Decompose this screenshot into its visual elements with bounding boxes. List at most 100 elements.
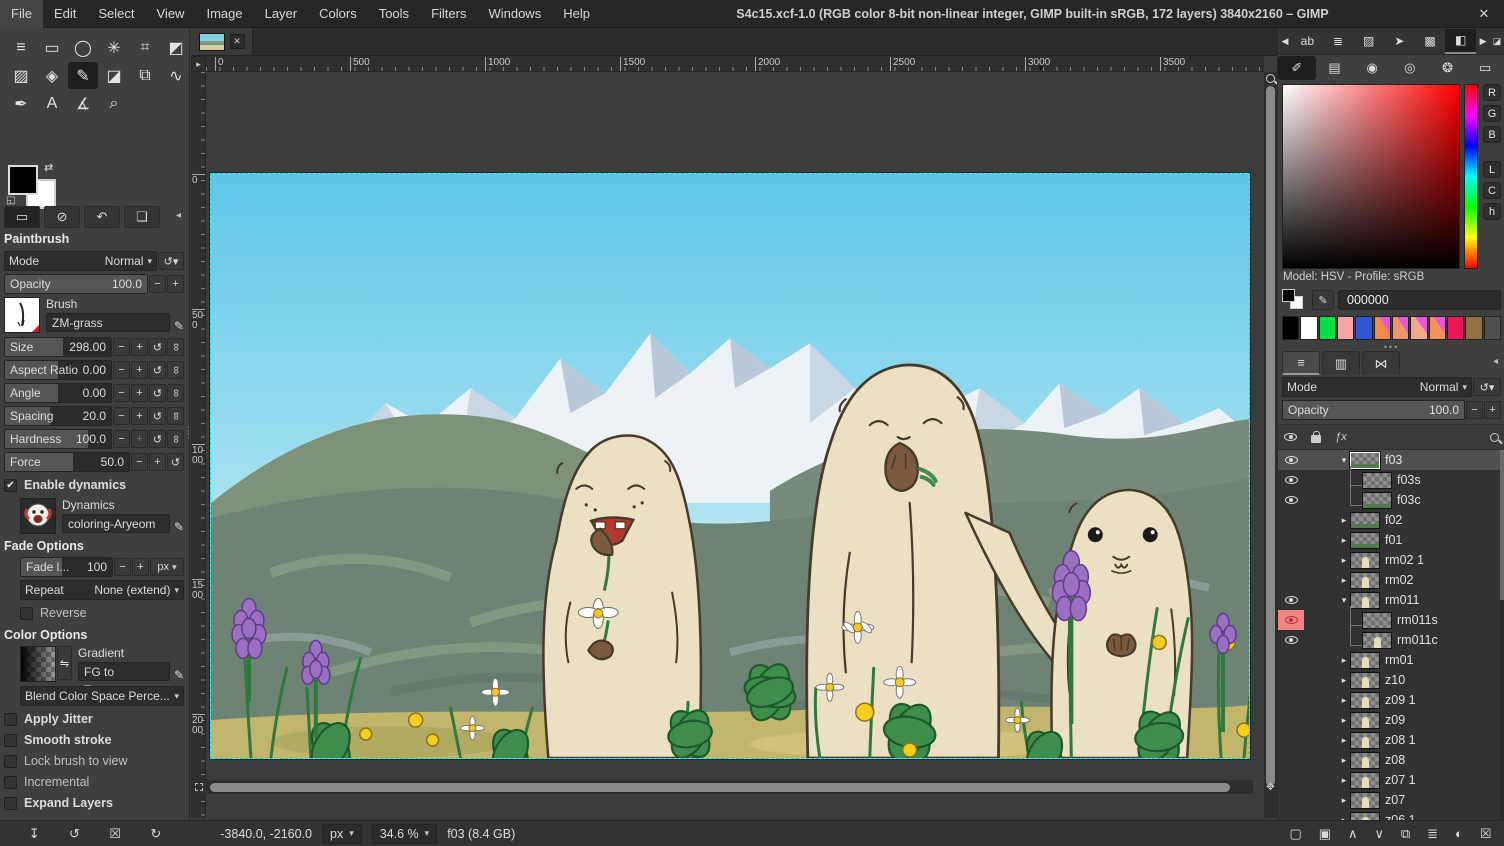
text-tool[interactable]: A [37, 90, 67, 117]
reset-preset-button[interactable]: ↻ [150, 826, 161, 842]
layer-expander[interactable]: ▸ [1338, 515, 1350, 526]
layer-row-z09[interactable]: ▸z09 [1278, 710, 1501, 730]
hardness-minus-button[interactable]: − [113, 430, 130, 448]
clone-tool[interactable]: ⧉ [130, 62, 160, 89]
new-group-button[interactable]: ▣ [1319, 826, 1331, 842]
menu-help[interactable]: Help [552, 0, 601, 28]
layer-row-rm02[interactable]: ▸rm02 [1278, 570, 1501, 590]
visibility-toggle[interactable] [1278, 470, 1304, 490]
unit-dropdown[interactable]: px▾ [322, 824, 362, 844]
layers-dialog-menu-icon[interactable]: ◂ [1493, 356, 1498, 367]
menu-image[interactable]: Image [195, 0, 253, 28]
smudge-tool[interactable]: ∿ [161, 62, 191, 89]
gimp-color-tab[interactable]: ✐ [1278, 56, 1316, 80]
channel-h-button[interactable]: h [1483, 203, 1501, 220]
effects-icon[interactable]: ƒx [1335, 431, 1347, 443]
visibility-toggle[interactable] [1278, 570, 1304, 590]
spacing-slider[interactable]: Spacing20.0 [4, 406, 112, 426]
hardness-reset-button[interactable]: ↺ [149, 430, 166, 448]
zoom-tool[interactable]: ⌕ [99, 90, 129, 117]
menu-view[interactable]: View [146, 0, 196, 28]
layer-expander[interactable]: ▸ [1338, 675, 1350, 686]
brush-name-field[interactable]: ZM-grass [46, 313, 170, 332]
hue-strip[interactable] [1464, 84, 1478, 269]
layer-expander[interactable]: ▾ [1338, 595, 1350, 606]
layer-expander[interactable]: ▾ [1338, 455, 1350, 466]
transform-tool[interactable]: ◩ [161, 34, 191, 61]
layer-expander[interactable]: ▸ [1338, 795, 1350, 806]
visibility-toggle[interactable] [1278, 790, 1304, 810]
hardness-plus-button[interactable]: + [131, 430, 148, 448]
horizontal-scrollbar[interactable] [206, 780, 1253, 794]
brush-thumbnail[interactable] [4, 297, 40, 333]
device-status-tab[interactable]: ⊘ [44, 206, 80, 228]
watercolor-tab[interactable]: ◉ [1353, 56, 1391, 80]
visibility-toggle[interactable] [1278, 530, 1304, 550]
visibility-toggle[interactable] [1278, 630, 1304, 650]
layer-row-f02[interactable]: ▸f02 [1278, 510, 1501, 530]
blend-space-dropdown[interactable]: Blend Color Space Perce... ▾ [20, 686, 184, 706]
aspect-ratio-link-button[interactable]: ∞ [167, 361, 184, 379]
channel-C-button[interactable]: C [1483, 182, 1501, 199]
crop-tool[interactable]: ⌗ [130, 34, 160, 61]
fuzzy-select-tool[interactable]: ✳ [99, 34, 129, 61]
menu-layer[interactable]: Layer [254, 0, 309, 28]
layer-expander[interactable]: ▸ [1338, 655, 1350, 666]
visibility-toggle[interactable] [1278, 690, 1304, 710]
undo-history-tab[interactable]: ↶ [84, 206, 120, 228]
layer-opacity-plus-button[interactable]: + [1484, 401, 1501, 419]
ruler-corner-button[interactable]: ▸ [191, 56, 206, 72]
eraser-tool[interactable]: ◪ [99, 62, 129, 89]
visibility-toggle[interactable] [1278, 650, 1304, 670]
angle-link-button[interactable]: ∞ [167, 384, 184, 402]
foreground-color-swatch[interactable] [8, 165, 38, 195]
angle-reset-button[interactable]: ↺ [149, 384, 166, 402]
expand-layers-checkbox[interactable]: Expand Layers [4, 793, 184, 813]
bucket-fill-tool[interactable]: ◈ [37, 62, 67, 89]
channel-L-button[interactable]: L [1483, 161, 1501, 178]
layer-row-z10[interactable]: ▸z10 [1278, 670, 1501, 690]
menu-select[interactable]: Select [87, 0, 145, 28]
aspect-ratio-reset-button[interactable]: ↺ [149, 361, 166, 379]
spacing-minus-button[interactable]: − [113, 407, 130, 425]
layer-row-z08[interactable]: ▸z08 [1278, 750, 1501, 770]
layer-row-f03c[interactable]: f03c [1278, 490, 1501, 510]
visibility-header-icon[interactable] [1284, 433, 1297, 441]
dock-corner-menu-icon[interactable]: ◂ [176, 210, 181, 221]
layer-mode-reset-button[interactable]: ↺▾ [1473, 378, 1501, 396]
layer-row-rm01[interactable]: ▸rm01 [1278, 650, 1501, 670]
layers-scrollbar[interactable] [1500, 450, 1504, 823]
size-plus-button[interactable]: + [131, 338, 148, 356]
mode-reset-button[interactable]: ↺▾ [158, 252, 184, 270]
visibility-toggle[interactable] [1278, 670, 1304, 690]
layer-expander[interactable]: ▸ [1338, 535, 1350, 546]
gradient-name-field[interactable]: FG to Transpar [78, 662, 170, 681]
size-minus-button[interactable]: − [113, 338, 130, 356]
opacity-minus-button[interactable]: − [149, 275, 166, 293]
prev-tabs-arrow[interactable]: ◀ [1278, 29, 1292, 54]
layers-tab[interactable]: ≡ [1282, 351, 1320, 375]
force-plus-button[interactable]: + [149, 453, 166, 471]
opacity-plus-button[interactable]: + [167, 275, 184, 293]
layer-mode-dropdown[interactable]: Mode Normal ▾ [1282, 377, 1472, 397]
image-tab[interactable]: ✕ [191, 28, 253, 55]
history-swatch-3[interactable] [1337, 316, 1354, 340]
delete-preset-button[interactable]: ☒ [109, 826, 121, 842]
pointer-tab[interactable]: ➤ [1384, 29, 1415, 54]
gradients-tab[interactable]: ▨ [1353, 29, 1384, 54]
size-link-button[interactable]: ∞ [167, 338, 184, 356]
layer-row-z08-1[interactable]: ▸z08 1 [1278, 730, 1501, 750]
next-tabs-arrow[interactable]: ▶ [1476, 29, 1490, 54]
history-swatch-6[interactable] [1392, 316, 1409, 340]
paths-tab[interactable]: ⋈ [1362, 351, 1400, 375]
visibility-toggle[interactable] [1278, 730, 1304, 750]
channel-B-button[interactable]: B [1483, 126, 1501, 143]
hex-input[interactable]: 000000 [1338, 290, 1501, 310]
visibility-toggle[interactable] [1278, 510, 1304, 530]
fade-length-slider[interactable]: Fade l... 100 [20, 557, 113, 577]
menu-filters[interactable]: Filters [420, 0, 477, 28]
image-tab-close-icon[interactable]: ✕ [230, 34, 245, 49]
angle-plus-button[interactable]: + [131, 384, 148, 402]
edit-brush-icon[interactable]: ✎ [174, 319, 184, 333]
history-swatch-4[interactable] [1355, 316, 1372, 340]
